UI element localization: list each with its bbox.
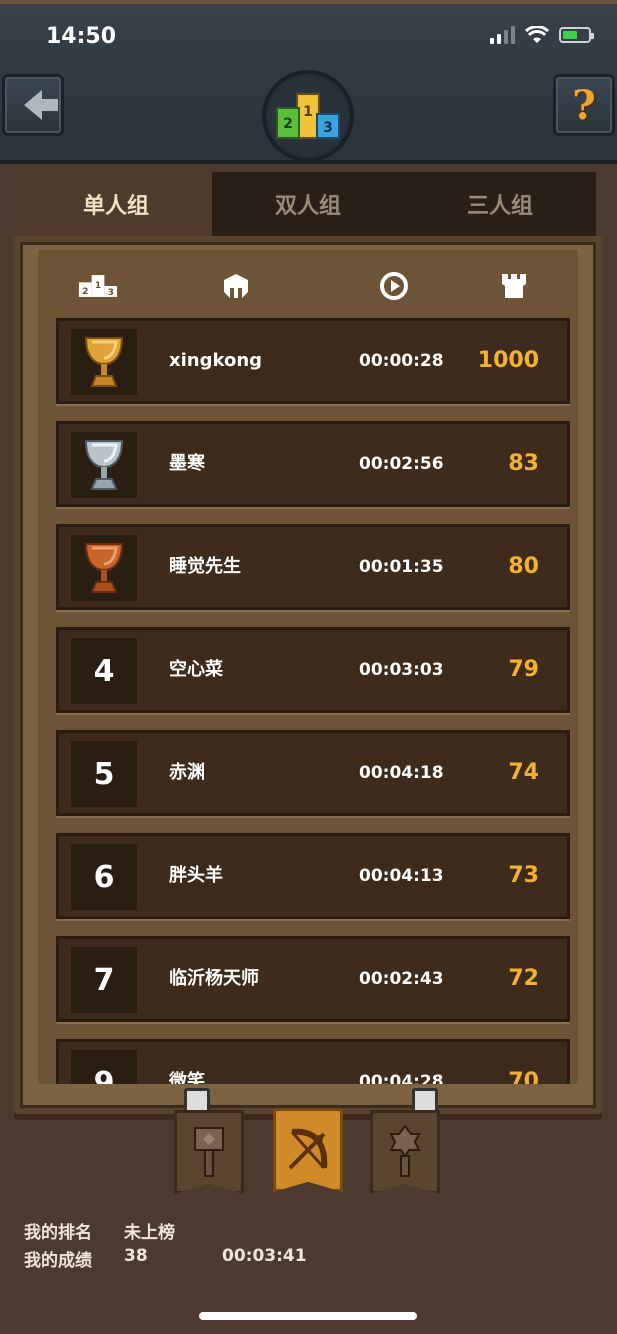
column-headers: 1 2 3 [38, 260, 578, 310]
hammer-category-button[interactable] [174, 1110, 244, 1194]
my-score-value: 38 [124, 1246, 148, 1266]
leaderboard-list[interactable]: 1 2 3 xingkong 00:00:28 1000 墨寒 00:02:56… [38, 250, 578, 1084]
question-mark-icon: ? [572, 81, 596, 129]
table-row[interactable]: xingkong 00:00:28 1000 [56, 318, 570, 404]
table-row[interactable]: 9 微笑 00:04:28 70 [56, 1039, 570, 1084]
svg-text:3: 3 [108, 288, 114, 298]
my-time-value: 00:03:41 [222, 1246, 307, 1266]
svg-text:1: 1 [303, 104, 313, 120]
player-name: 临沂杨天师 [169, 968, 259, 989]
svg-text:2: 2 [283, 116, 293, 132]
rank-number: 6 [71, 844, 137, 910]
rank-number: 7 [71, 947, 137, 1013]
rank-number: 4 [71, 638, 137, 704]
wifi-icon [525, 26, 549, 44]
table-row[interactable]: 6 胖头羊 00:04:13 73 [56, 833, 570, 919]
mace-category-button[interactable] [370, 1110, 440, 1194]
tab-triple[interactable]: 三人组 [404, 172, 596, 236]
player-name: xingkong [169, 350, 263, 371]
player-name: 胖头羊 [169, 865, 223, 886]
back-button[interactable] [2, 74, 64, 136]
table-row[interactable]: 5 赤渊 00:04:18 74 [56, 730, 570, 816]
player-time: 00:04:18 [359, 763, 444, 783]
rank-box [71, 432, 137, 498]
bronze-cup-icon [84, 543, 124, 593]
bow-icon [288, 1128, 328, 1170]
player-time: 00:00:28 [359, 351, 444, 371]
play-clock-icon [374, 268, 414, 304]
gold-cup-icon [84, 337, 124, 387]
svg-text:3: 3 [323, 120, 333, 136]
leaderboard-board: 1 2 3 xingkong 00:00:28 1000 墨寒 00:02:56… [14, 236, 602, 1114]
my-rank-value: 未上榜 [124, 1223, 175, 1243]
table-row[interactable]: 4 空心菜 00:03:03 79 [56, 627, 570, 713]
player-score: 1000 [477, 348, 539, 373]
rank-number: 5 [71, 741, 137, 807]
status-time: 14:50 [46, 24, 117, 49]
helmet-icon [216, 268, 256, 304]
player-score: 80 [508, 554, 539, 579]
table-row[interactable]: 睡觉先生 00:01:35 80 [56, 524, 570, 610]
player-name: 睡觉先生 [169, 556, 241, 577]
table-row[interactable]: 墨寒 00:02:56 83 [56, 421, 570, 507]
silver-cup-icon [84, 440, 124, 490]
top-bar: 14:50 ? 1 2 3 [0, 0, 617, 164]
player-score: 70 [508, 1069, 539, 1084]
my-rank-label: 我的排名 [24, 1223, 92, 1243]
leaderboard-badge: 1 2 3 [262, 70, 354, 162]
back-arrow-icon [24, 90, 58, 120]
player-score: 83 [508, 451, 539, 476]
player-score: 74 [508, 760, 539, 785]
bow-category-button[interactable] [273, 1108, 343, 1192]
player-time: 00:03:03 [359, 660, 444, 680]
player-time: 00:04:28 [359, 1072, 444, 1084]
group-tabs: 单人组 双人组 三人组 [20, 172, 596, 236]
battery-icon [559, 27, 594, 43]
tab-single[interactable]: 单人组 [20, 172, 212, 236]
player-time: 00:01:35 [359, 557, 444, 577]
mace-icon [389, 1124, 421, 1177]
player-time: 00:02:43 [359, 969, 444, 989]
castle-icon [494, 268, 534, 304]
player-score: 72 [508, 966, 539, 991]
help-button[interactable]: ? [553, 74, 615, 136]
status-icons [490, 26, 594, 44]
rank-box [71, 535, 137, 601]
rank-box [71, 329, 137, 395]
player-name: 墨寒 [169, 453, 205, 474]
player-score: 79 [508, 657, 539, 682]
svg-text:1: 1 [95, 281, 101, 291]
podium-icon: 1 2 3 [78, 268, 118, 304]
player-time: 00:04:13 [359, 866, 444, 886]
table-row[interactable]: 7 临沂杨天师 00:02:43 72 [56, 936, 570, 1022]
cellular-signal-icon [490, 26, 515, 44]
my-ranking-panel: 我的排名 未上榜 我的成绩 38 00:03:41 [24, 1218, 424, 1274]
player-name: 赤渊 [169, 762, 205, 783]
my-score-label: 我的成绩 [24, 1251, 92, 1271]
podium-icon: 1 2 3 [276, 93, 340, 139]
player-time: 00:02:56 [359, 454, 444, 474]
svg-text:2: 2 [82, 287, 88, 297]
rank-number: 9 [71, 1050, 137, 1084]
player-score: 73 [508, 863, 539, 888]
player-name: 微笑 [169, 1071, 205, 1084]
home-indicator[interactable] [199, 1312, 417, 1320]
player-name: 空心菜 [169, 659, 223, 680]
tab-double[interactable]: 双人组 [212, 172, 404, 236]
hammer-icon [194, 1127, 224, 1177]
